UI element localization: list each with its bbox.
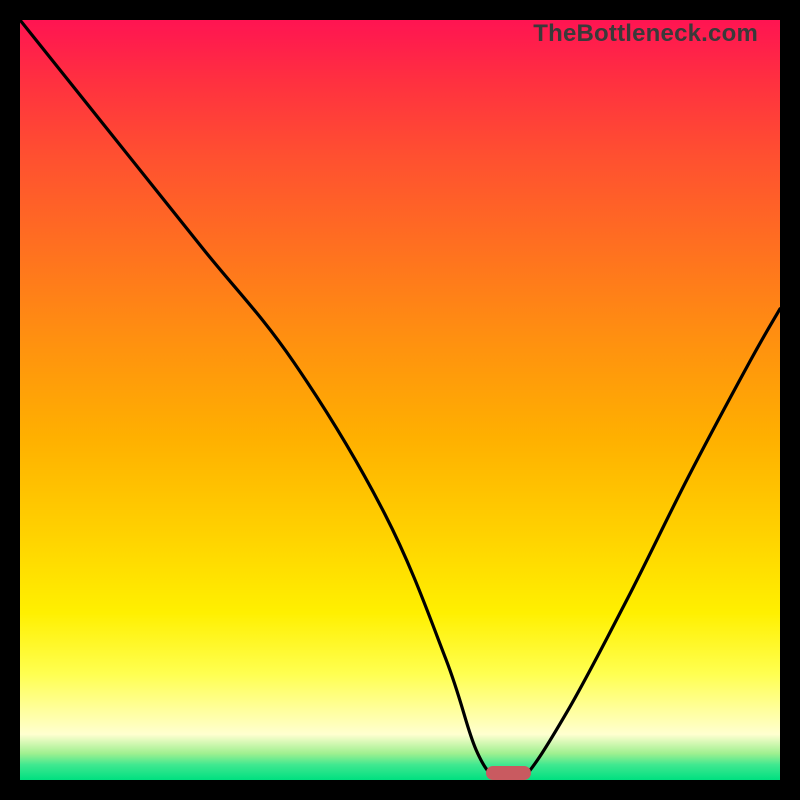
chart-frame: TheBottleneck.com — [0, 0, 800, 800]
curve-path — [20, 20, 780, 780]
optimal-point-marker — [486, 766, 531, 780]
plot-area: TheBottleneck.com — [20, 20, 780, 780]
bottleneck-curve — [20, 20, 780, 780]
